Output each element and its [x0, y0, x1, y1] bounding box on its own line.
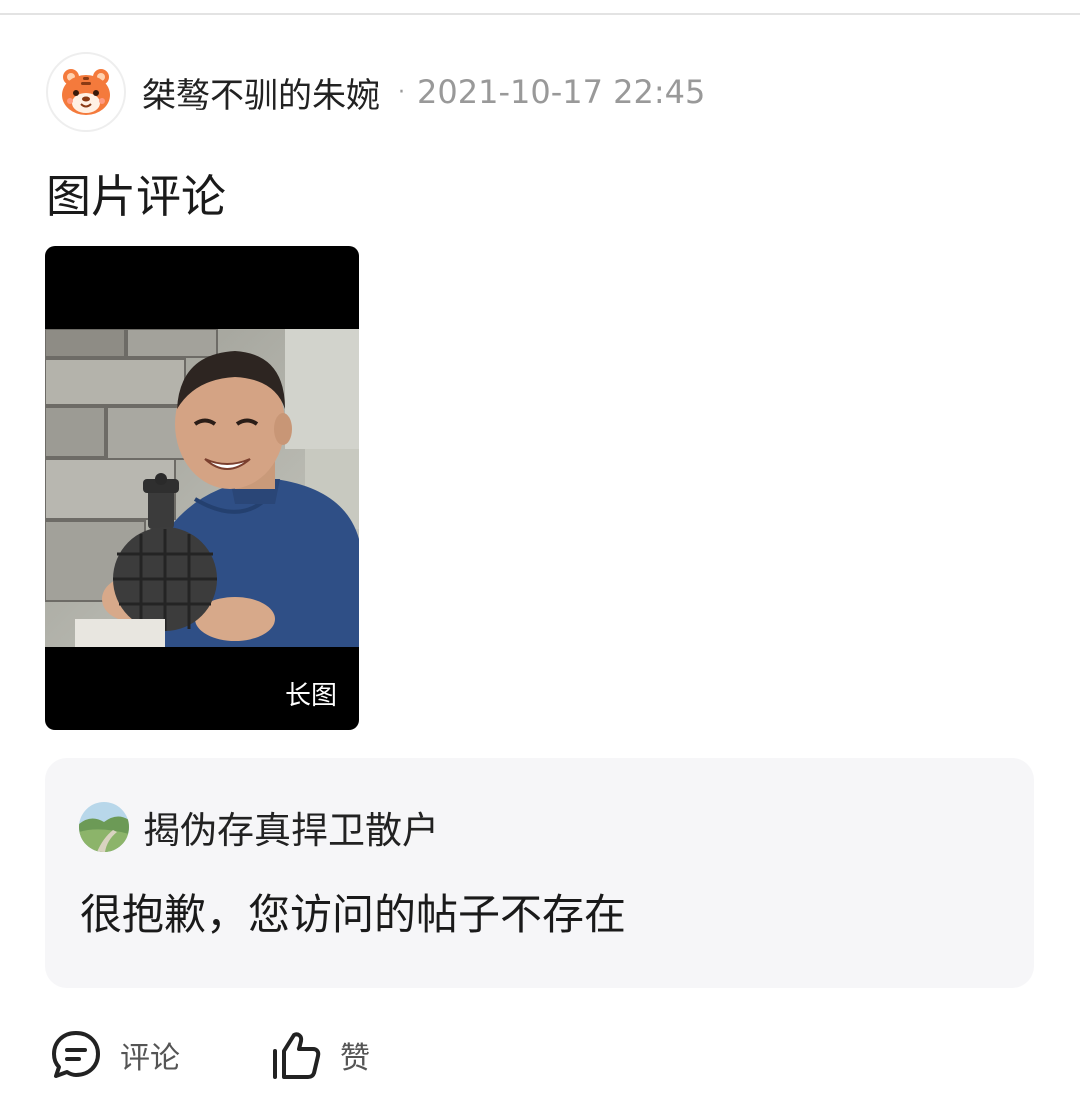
quoted-post[interactable]: 揭伪存真捍卫散户 很抱歉，您访问的帖子不存在	[45, 758, 1034, 988]
post-header: 桀骜不驯的朱婉 · 2021-10-17 22:45	[46, 50, 705, 134]
comment-label: 评论	[120, 1041, 180, 1076]
like-button[interactable]: 赞	[270, 1029, 370, 1081]
photo-content	[45, 329, 359, 647]
like-label: 赞	[340, 1041, 370, 1076]
username[interactable]: 桀骜不驯的朱婉	[142, 68, 380, 117]
post-image[interactable]: 长图	[45, 246, 359, 730]
comment-bubble-icon	[52, 1031, 100, 1078]
user-avatar[interactable]	[46, 52, 126, 132]
post-page: 桀骜不驯的朱婉 · 2021-10-17 22:45 图片评论 长图 揭伪存真捍…	[0, 0, 1080, 1115]
quote-avatar[interactable]	[79, 802, 129, 852]
landscape-avatar-icon	[79, 802, 129, 852]
post-title: 图片评论	[46, 170, 227, 223]
post-actions: 评论 赞	[50, 1028, 460, 1082]
thumbs-up-icon	[273, 1032, 321, 1079]
post-timestamp: 2021-10-17 22:45	[417, 73, 706, 111]
long-image-badge: 长图	[284, 681, 337, 711]
quote-user: 揭伪存真捍卫散户	[79, 800, 439, 854]
separator-dot: ·	[398, 79, 405, 105]
comment-button[interactable]: 评论	[50, 1029, 180, 1081]
top-divider	[0, 13, 1080, 15]
quote-text: 很抱歉，您访问的帖子不存在	[80, 890, 627, 939]
tiger-face-icon	[62, 69, 110, 115]
quote-username[interactable]: 揭伪存真捍卫散户	[143, 800, 439, 854]
